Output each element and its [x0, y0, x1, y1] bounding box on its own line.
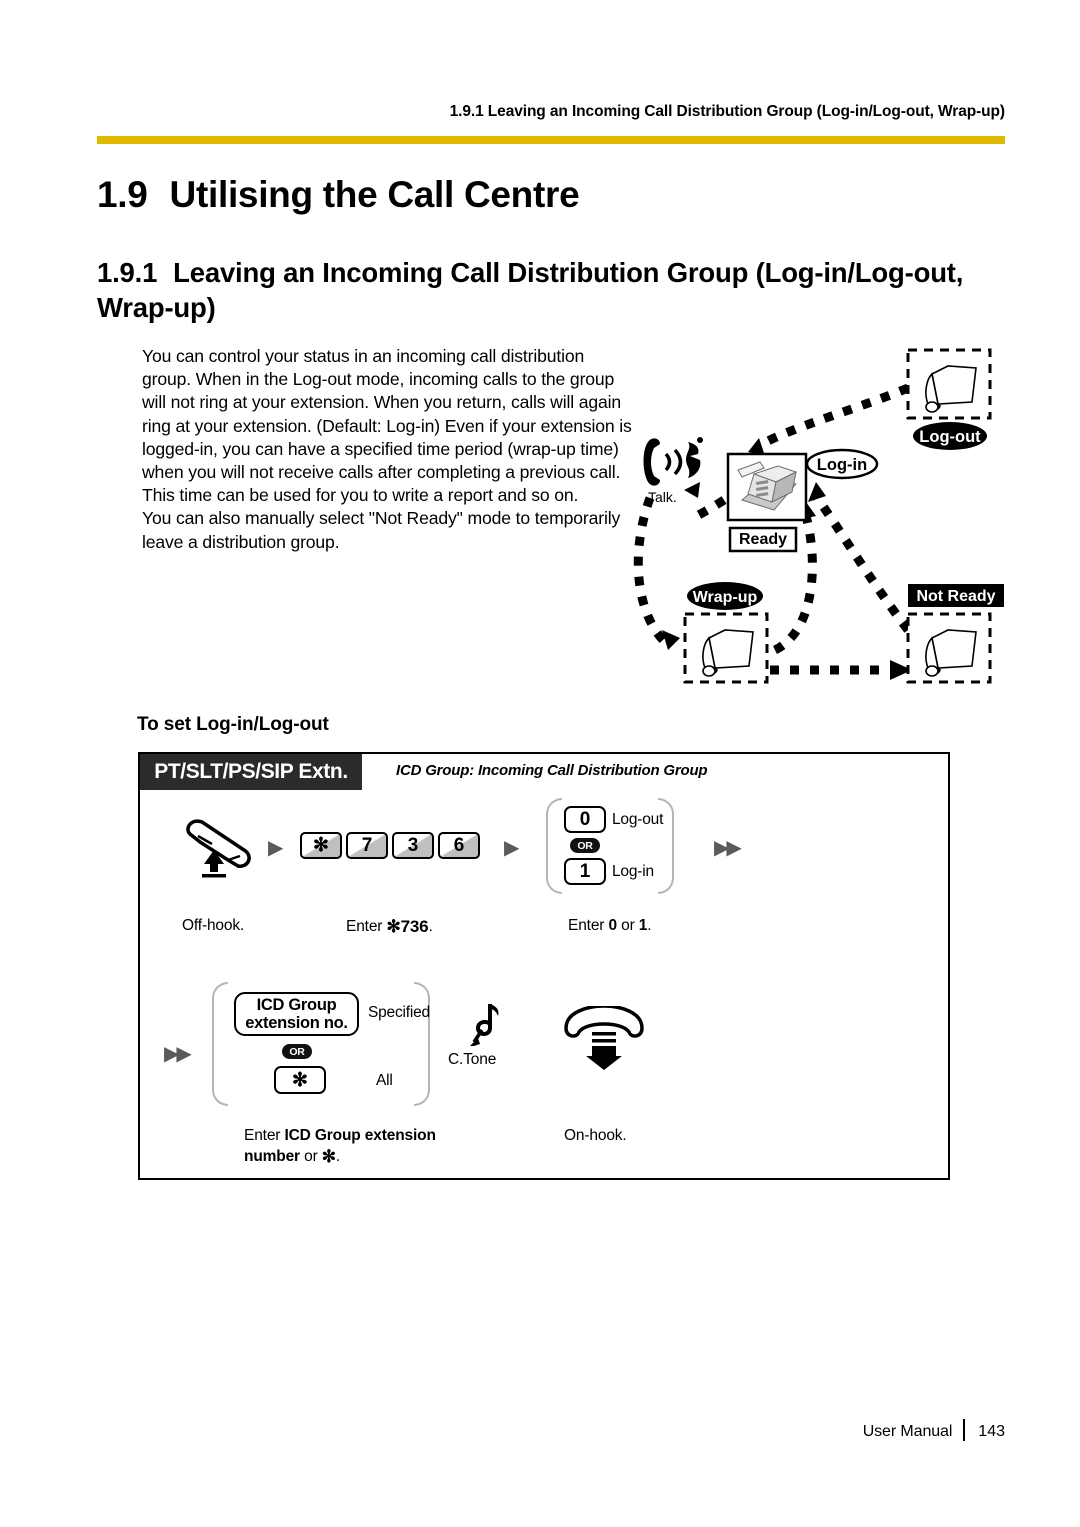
step-arrow-wrap-next: ▶▶: [714, 837, 742, 859]
caption-enter-opt-prefix: Enter: [568, 917, 609, 934]
icd-button-line-1: ICD Group: [256, 995, 337, 1014]
icd-group-option-group: ICD Group extension no. Specified OR ✻ A…: [212, 982, 430, 1106]
option-1-label: Log-in: [612, 863, 654, 880]
icd-group-extension-button[interactable]: ICD Group extension no.: [234, 992, 359, 1036]
icd-specified-label: Specified: [368, 1004, 430, 1021]
caption-enter-code-prefix: Enter: [346, 918, 387, 935]
option-0-label: Log-out: [612, 811, 664, 828]
notready-badge-label: Not Ready: [916, 588, 995, 605]
page-title: 1.9 Utilising the Call Centre: [97, 174, 580, 216]
page-title-text: Utilising the Call Centre: [169, 174, 580, 215]
extension-type-tab: PT/SLT/PS/SIP Extn.: [140, 754, 362, 790]
caption-enter-opt-1: 1: [638, 917, 648, 934]
page-footer: User Manual 143: [0, 1419, 1005, 1441]
caption-enter-option: Enter 0 or 1.: [568, 916, 652, 936]
transition-ready-to-talk: [687, 496, 727, 524]
footer-separator: [963, 1419, 966, 1441]
body-paragraph-1: You can control your status in an incomi…: [142, 346, 632, 506]
body-text: You can control your status in an incomi…: [142, 345, 632, 554]
arrowhead-ready-to-talk: [684, 482, 700, 498]
off-hook-icon: [178, 816, 258, 883]
arrowhead-notready-to-ready: [808, 482, 826, 502]
caption-enter-icd-group: Enter ICD Group extension number or ✻.: [244, 1126, 474, 1168]
or-badge-row2: OR: [282, 1044, 312, 1059]
caption-enter-opt-0: 0: [608, 917, 617, 934]
icd-option-bracket-left: [212, 982, 228, 1106]
caption-enter-code-value: ✻736: [386, 917, 429, 936]
icd-all-label: All: [376, 1072, 393, 1089]
caption-enter-opt-suffix: .: [647, 917, 652, 934]
key-star[interactable]: ✻: [300, 832, 342, 859]
call-centre-state-diagram: .dot { stroke:#000; stroke-width:9; stro…: [620, 330, 1015, 695]
login-logout-option-group: 0 Log-out OR 1 Log-in: [546, 798, 674, 894]
footer-page-number: 143: [978, 1423, 1005, 1440]
caption-off-hook: Off-hook.: [182, 917, 245, 934]
or-badge-row1: OR: [570, 838, 600, 853]
key-6[interactable]: 6: [438, 832, 480, 859]
talk-label: Talk.: [648, 489, 677, 505]
page-title-number: 1.9: [97, 174, 148, 215]
key-star-all[interactable]: ✻: [274, 1066, 326, 1094]
caption-icd-star: ✻: [321, 1147, 336, 1167]
step-arrow-wrap-cont: ▶▶: [164, 1043, 192, 1065]
procedure-heading: To set Log-in/Log-out: [137, 714, 329, 735]
transition-notready-to-ready: [812, 493, 912, 633]
caption-icd-prefix: Enter: [244, 1127, 285, 1144]
key-3[interactable]: 3: [392, 832, 434, 859]
talk-ringing-icon: [643, 437, 703, 486]
option-bracket-left: [546, 798, 562, 894]
ready-badge-label: Ready: [739, 531, 787, 548]
transition-talk-to-wrapup: [633, 496, 669, 646]
running-header: 1.9.1 Leaving an Incoming Call Distribut…: [449, 103, 1005, 120]
icd-option-bracket-right: [414, 982, 430, 1106]
caption-enter-code: Enter ✻736.: [346, 916, 433, 938]
procedure-legend: ICD Group: Incoming Call Distribution Gr…: [396, 762, 708, 779]
key-1-login[interactable]: 1: [564, 858, 606, 885]
section-title-number: 1.9.1: [97, 257, 158, 288]
login-badge-label: Log-in: [817, 456, 867, 474]
caption-icd-suffix: .: [335, 1148, 341, 1166]
arrowhead-talk-to-wrapup: [662, 630, 680, 650]
key-7[interactable]: 7: [346, 832, 388, 859]
footer-manual-label: User Manual: [862, 1423, 953, 1440]
step-arrow-2: ▶: [504, 837, 519, 859]
feature-code-keys: ✻ 7 3 6: [300, 832, 480, 859]
on-hook-icon: [558, 1004, 650, 1077]
caption-enter-code-suffix: .: [428, 918, 433, 935]
caption-icd-mid: or: [299, 1148, 322, 1166]
body-paragraph-2: You can also manually select "Not Ready"…: [142, 508, 621, 552]
transition-logout-to-ready: [757, 383, 910, 449]
wrapup-badge-label: Wrap-up: [693, 589, 758, 606]
caption-on-hook: On-hook.: [564, 1127, 627, 1144]
section-title: 1.9.1 Leaving an Incoming Call Distributi…: [97, 255, 977, 325]
header-rule: [97, 136, 1005, 144]
section-title-text: Leaving an Incoming Call Distribution Gr…: [97, 257, 964, 324]
icd-button-line-2: extension no.: [245, 1014, 348, 1032]
confirmation-tone-icon: [464, 1002, 504, 1053]
caption-enter-opt-mid: or: [616, 917, 639, 934]
procedure-box: PT/SLT/PS/SIP Extn. ICD Group: Incoming …: [138, 752, 950, 1180]
logout-badge-label: Log-out: [919, 428, 981, 446]
step-arrow-1: ▶: [268, 837, 283, 859]
key-0-logout[interactable]: 0: [564, 806, 606, 833]
caption-c-tone: C.Tone: [448, 1051, 497, 1068]
